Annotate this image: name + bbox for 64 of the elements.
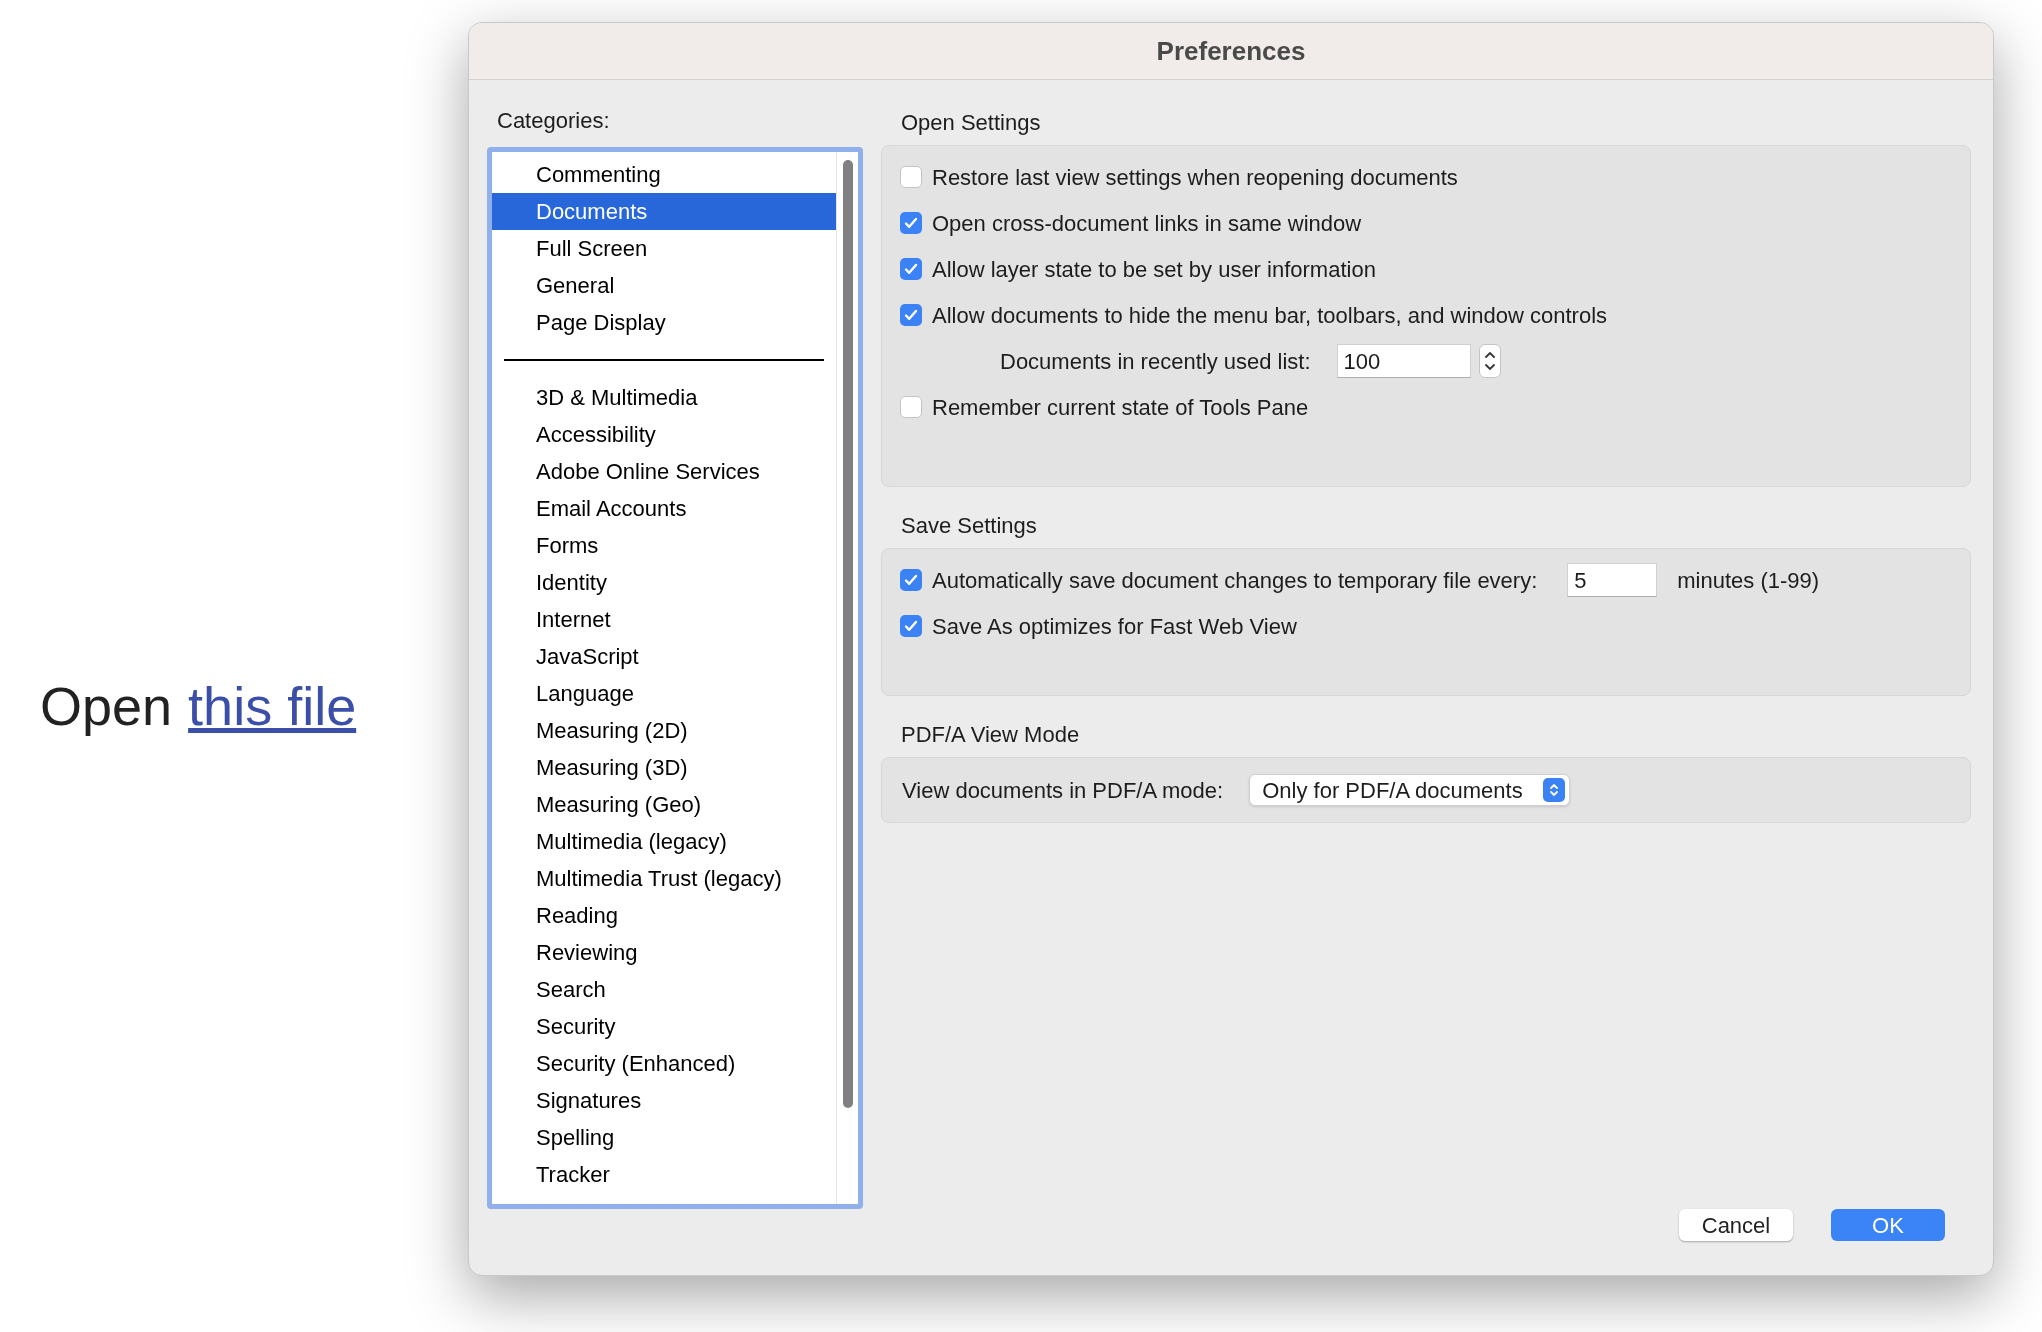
category-item[interactable]: Page Display	[492, 304, 836, 341]
category-item[interactable]: Multimedia Trust (legacy)	[492, 860, 836, 897]
checkbox[interactable]	[900, 304, 922, 326]
category-item[interactable]: Internet	[492, 601, 836, 638]
category-item[interactable]: 3D & Multimedia	[492, 379, 836, 416]
checkbox[interactable]	[900, 396, 922, 418]
categories-label: Categories:	[497, 107, 611, 135]
checkbox[interactable]	[900, 569, 922, 591]
chevrons-icon	[1542, 778, 1565, 802]
category-item[interactable]: Signatures	[492, 1082, 836, 1119]
ok-button[interactable]: OK	[1831, 1209, 1945, 1241]
section-heading: Save Settings	[901, 512, 1038, 540]
category-item[interactable]: Full Screen	[492, 230, 836, 267]
checkmark-icon	[903, 215, 919, 231]
category-item[interactable]: Reading	[492, 897, 836, 934]
checkbox-label: Allow documents to hide the menu bar, toolbars, and window controls	[932, 301, 1608, 330]
category-item[interactable]: Accessibility	[492, 416, 836, 453]
number-field[interactable]: 5	[1567, 563, 1658, 597]
category-item[interactable]: Multimedia (legacy)	[492, 823, 836, 860]
checkmark-icon	[903, 261, 919, 277]
checkbox-label: Allow layer state to be set by user information	[932, 255, 1376, 284]
category-item[interactable]: Email Accounts	[492, 490, 836, 527]
category-item[interactable]: Tracker	[492, 1156, 836, 1193]
category-item[interactable]: Security	[492, 1008, 836, 1045]
checkmark-icon	[903, 307, 919, 323]
window-title: Preferences	[1156, 34, 1306, 68]
category-item[interactable]: Language	[492, 675, 836, 712]
category-item[interactable]: Search	[492, 971, 836, 1008]
checkbox[interactable]	[900, 212, 922, 234]
cancel-button[interactable]: Cancel	[1679, 1209, 1793, 1241]
category-item[interactable]: Documents	[492, 193, 836, 230]
field-label: Documents in recently used list:	[1000, 347, 1311, 376]
section-heading: Open Settings	[901, 109, 1042, 137]
checkmark-icon	[903, 572, 919, 588]
category-item[interactable]: Commenting	[492, 156, 836, 193]
category-item[interactable]: General	[492, 267, 836, 304]
checkbox-label: Restore last view settings when reopening documents	[932, 163, 1458, 192]
checkbox-label: Save As optimizes for Fast Web View	[932, 612, 1297, 641]
category-item[interactable]: JavaScript	[492, 638, 836, 675]
checkbox-label: Open cross-document links in same window	[932, 209, 1362, 238]
checkmark-icon	[903, 618, 919, 634]
checkbox[interactable]	[900, 615, 922, 637]
category-item[interactable]: Measuring (Geo)	[492, 786, 836, 823]
file-link[interactable]: this file	[188, 665, 357, 747]
section-heading: PDF/A View Mode	[901, 721, 1081, 749]
page-text: Open	[40, 674, 173, 738]
category-item[interactable]: Security (Enhanced)	[492, 1045, 836, 1082]
checkbox-label: Automatically save document changes to temporary file every:	[932, 566, 1538, 595]
category-item[interactable]: Identity	[492, 564, 836, 601]
field-label: View documents in PDF/A mode:	[902, 776, 1224, 805]
number-field[interactable]: 100	[1336, 344, 1471, 378]
category-item[interactable]: Reviewing	[492, 934, 836, 971]
stepper-control[interactable]	[1478, 344, 1501, 378]
scrollbar-thumb[interactable]	[842, 160, 853, 1108]
checkbox[interactable]	[900, 166, 922, 188]
category-item[interactable]: Adobe Online Services	[492, 453, 836, 490]
category-item[interactable]: Spelling	[492, 1119, 836, 1156]
checkbox-label: Remember current state of Tools Pane	[932, 393, 1309, 422]
checkbox[interactable]	[900, 258, 922, 280]
field-suffix: minutes (1-99)	[1677, 566, 1820, 595]
category-item[interactable]: Measuring (2D)	[492, 712, 836, 749]
category-item[interactable]: Measuring (3D)	[492, 749, 836, 786]
category-item[interactable]: Forms	[492, 527, 836, 564]
dropdown[interactable]: Only for PDF/A documents	[1249, 774, 1570, 806]
